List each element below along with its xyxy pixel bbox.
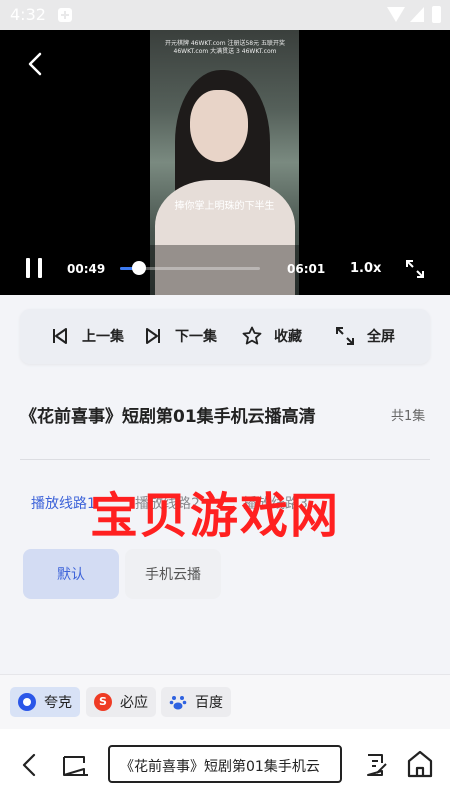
divider (20, 459, 430, 460)
favorite-button[interactable]: 收藏 (242, 325, 302, 347)
url-bar[interactable]: 《花前喜事》短剧第01集手机云 (108, 745, 342, 783)
note-edit-icon[interactable] (362, 751, 390, 779)
status-bar: 4:32 (0, 0, 450, 30)
star-icon (242, 326, 262, 345)
total-time: 06:01 (287, 262, 326, 276)
current-time: 00:49 (67, 262, 106, 276)
engine-baidu-button[interactable]: 百度 (161, 687, 231, 717)
status-time: 4:32 (10, 5, 46, 24)
site-watermark: 宝贝游戏网 (90, 488, 341, 544)
expand-arrows-icon (336, 327, 354, 345)
expand-icon[interactable] (405, 259, 425, 279)
baidu-paw-icon (169, 693, 187, 711)
fullscreen-button[interactable]: 全屏 (335, 325, 395, 347)
pause-button[interactable] (24, 258, 46, 280)
speed-button[interactable]: 1.0x (350, 261, 381, 276)
engine-sogou-button[interactable]: S 必应 (86, 687, 156, 717)
quark-icon (18, 693, 36, 711)
engine-quark-label: 夸克 (44, 695, 72, 711)
video-watermark: 开元棋牌 46WKT.com 注册送58元 五联开奖 46WKT.com 大满贯… (164, 40, 286, 55)
notification-plus-icon (58, 8, 72, 22)
action-bar: 上一集 下一集 收藏 全屏 (20, 309, 430, 364)
next-episode-label: 下一集 (175, 329, 217, 345)
source-default-button[interactable]: 默认 (23, 549, 119, 599)
video-subtitle: 捧你掌上明珠的下半生 (174, 201, 275, 212)
prev-episode-label: 上一集 (82, 329, 124, 345)
video-figure-face (190, 90, 248, 162)
skip-next-icon (146, 328, 160, 344)
video-title: 《花前喜事》短剧第01集手机云播高清 (20, 407, 316, 427)
controls-shade (150, 245, 299, 295)
search-engine-bar: 夸克 S 必应 百度 (0, 674, 450, 729)
sogou-icon: S (94, 693, 112, 711)
engine-quark-button[interactable]: 夸克 (10, 687, 80, 717)
signal-icon (410, 7, 424, 22)
episode-count: 共1集 (391, 409, 426, 424)
source-cloud-label: 手机云播 (145, 567, 201, 583)
pause-icon-bar (38, 258, 42, 278)
home-icon[interactable] (406, 749, 434, 779)
favorite-label: 收藏 (274, 329, 302, 345)
engine-baidu-label: 百度 (195, 695, 223, 711)
engine-sogou-label: 必应 (120, 695, 148, 711)
source-default-label: 默认 (57, 567, 85, 583)
fullscreen-label: 全屏 (367, 329, 395, 345)
skip-previous-icon (53, 328, 67, 344)
battery-icon (432, 6, 441, 23)
back-button[interactable] (22, 50, 50, 78)
pause-icon (26, 258, 30, 278)
wifi-icon (387, 7, 405, 22)
chevron-left-icon (28, 52, 42, 76)
bottom-nav: 《花前喜事》短剧第01集手机云 (0, 729, 450, 800)
tabs-icon[interactable] (60, 751, 90, 779)
nav-back-icon[interactable] (18, 751, 42, 779)
tab-line-1[interactable]: 播放线路1 (31, 493, 96, 513)
next-episode-button[interactable]: 下一集 (143, 325, 217, 347)
progress-thumb[interactable] (132, 261, 147, 275)
source-cloud-button[interactable]: 手机云播 (125, 549, 221, 599)
prev-episode-button[interactable]: 上一集 (50, 325, 124, 347)
progress-slider[interactable] (120, 261, 260, 275)
video-player[interactable]: 开元棋牌 46WKT.com 注册送58元 五联开奖 46WKT.com 大满贯… (0, 30, 450, 295)
